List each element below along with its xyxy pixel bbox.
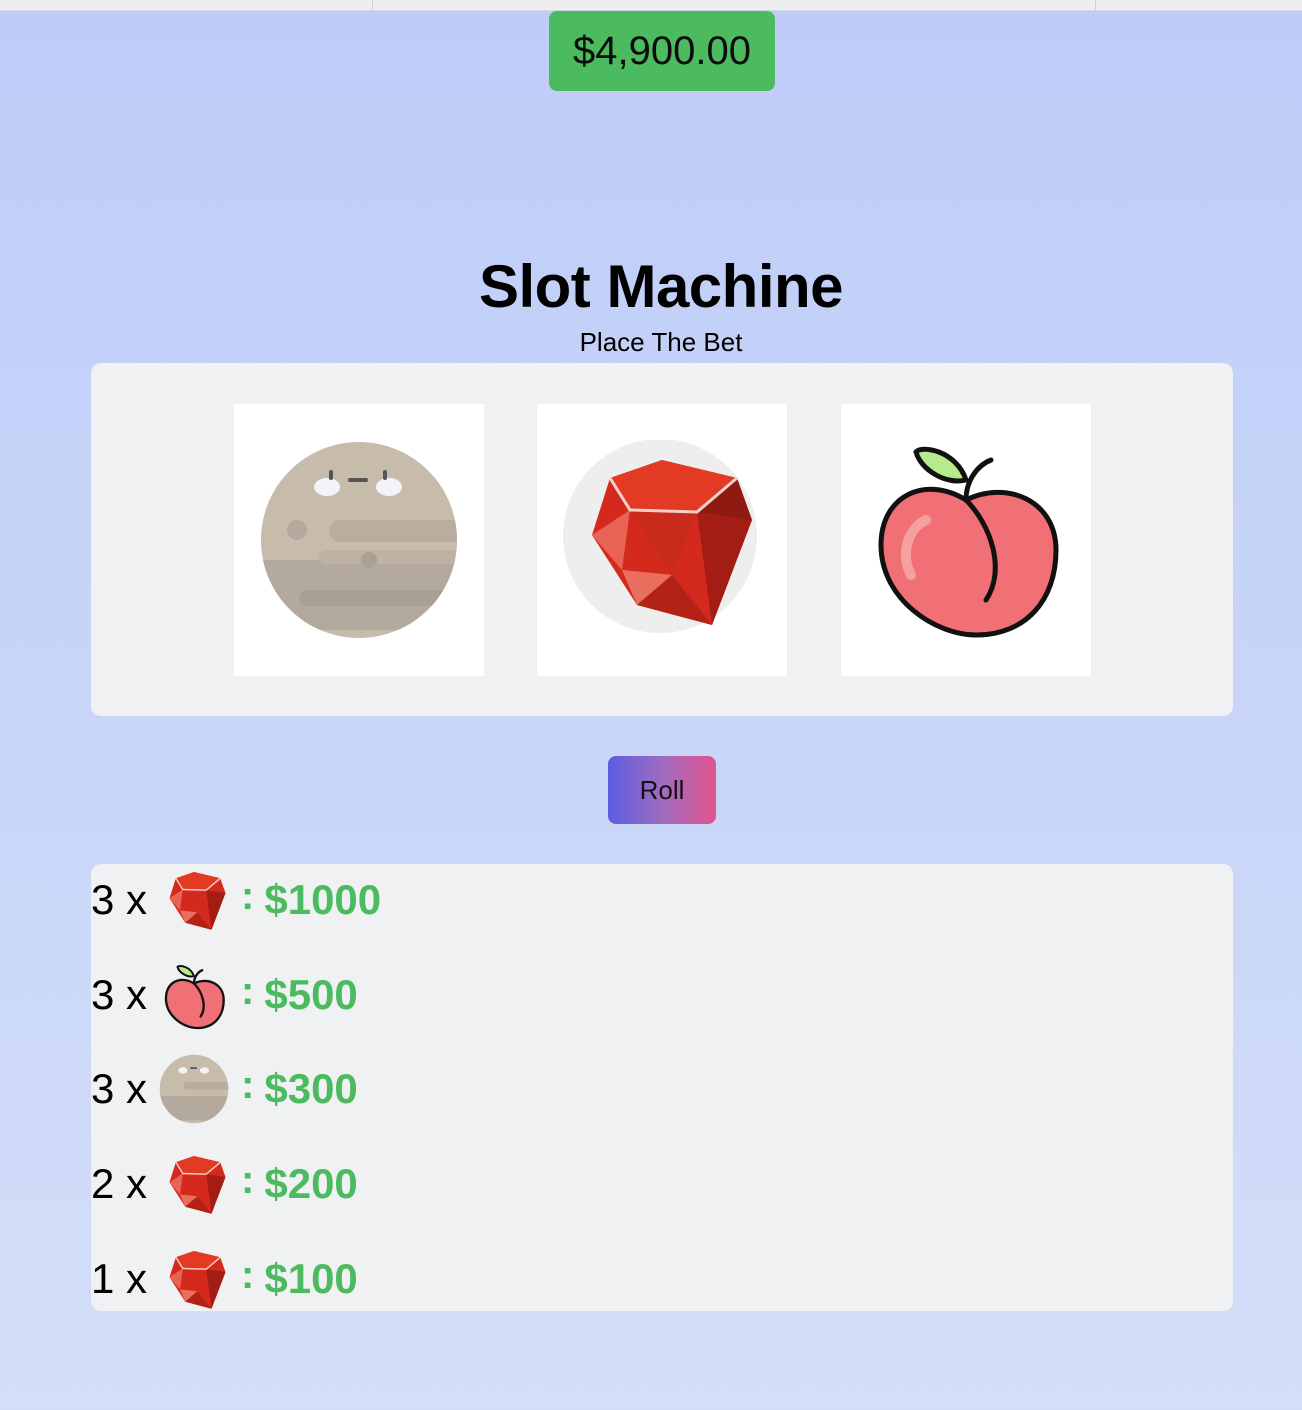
payout-amount: $1000: [264, 876, 382, 923]
payout-colon: :: [241, 1252, 255, 1297]
reel-2: [537, 404, 787, 676]
ruby-icon: [159, 1149, 229, 1219]
payout-count: 3 x: [91, 876, 148, 923]
strip-divider: [372, 0, 373, 10]
reel-3: [841, 404, 1091, 676]
balance-badge: $4,900.00: [549, 11, 775, 91]
payout-count: 2 x: [91, 1160, 148, 1207]
payout-row: 3 x : $1000: [91, 862, 381, 938]
page-title: Slot Machine: [478, 253, 844, 320]
payout-amount: $200: [264, 1160, 358, 1207]
payout-amount: $500: [264, 971, 358, 1018]
browser-top-strip: [0, 0, 1302, 11]
strip-divider: [1095, 0, 1096, 10]
payout-row: 3 x : $500: [91, 957, 358, 1033]
payout-amount: $300: [264, 1065, 358, 1112]
moon-icon: [261, 442, 457, 638]
page-subtitle: Place The Bet: [579, 327, 743, 357]
moon-icon: [159, 1054, 229, 1124]
ruby-icon: [159, 865, 229, 935]
payout-colon: :: [241, 1062, 255, 1107]
payout-count: 1 x: [91, 1255, 148, 1302]
payout-row: 2 x : $200: [91, 1146, 358, 1222]
peach-icon: [159, 960, 229, 1030]
payout-colon: :: [241, 968, 255, 1013]
ruby-icon: [159, 1244, 229, 1314]
reel-1: [234, 404, 484, 676]
roll-button[interactable]: Roll: [608, 756, 716, 824]
payout-count: 3 x: [91, 971, 148, 1018]
payout-count: 3 x: [91, 1065, 148, 1112]
payout-amount: $100: [264, 1255, 358, 1302]
payout-colon: :: [241, 873, 255, 918]
payout-row: 3 x : $300: [91, 1051, 358, 1127]
ruby-icon: [563, 440, 757, 633]
reels-panel: [91, 363, 1233, 716]
peach-icon: [878, 446, 1059, 638]
payout-colon: :: [241, 1157, 255, 1202]
payout-table: 3 x : $1000 3 x : $500 3 x: $300 2 x: …: [91, 864, 1233, 1311]
payout-row: 1 x : $100: [91, 1241, 358, 1317]
